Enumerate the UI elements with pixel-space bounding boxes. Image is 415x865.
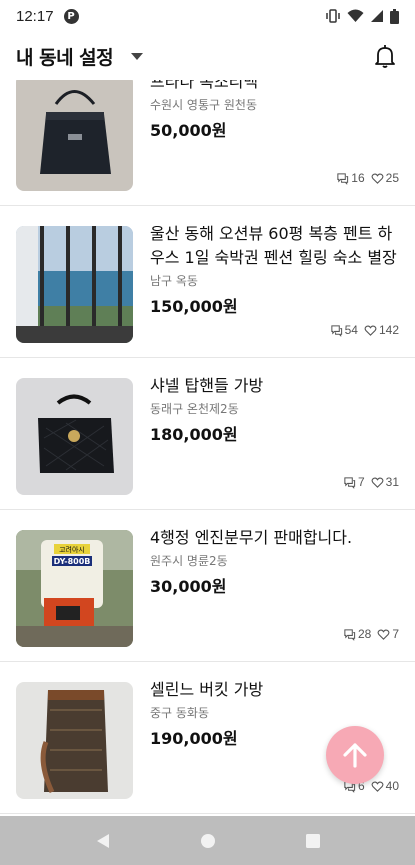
listing-thumbnail bbox=[16, 378, 133, 495]
chat-icon bbox=[344, 476, 356, 489]
heart-icon bbox=[364, 325, 377, 336]
recents-square-icon[interactable] bbox=[304, 832, 322, 850]
chat-count: 54 bbox=[344, 323, 358, 337]
listing-thumbnail bbox=[16, 80, 133, 191]
chat-count: 28 bbox=[357, 627, 372, 641]
listing-stats: 28 7 bbox=[343, 627, 399, 641]
back-triangle-icon[interactable] bbox=[94, 832, 112, 850]
scroll-top-button[interactable] bbox=[326, 726, 384, 784]
status-bar: 12:17 P bbox=[0, 0, 415, 32]
like-count: 40 bbox=[385, 779, 399, 793]
listing-info: 울산 동해 오션뷰 60평 복층 펜트 하우스 1일 숙박권 펜션 힐링 숙소 … bbox=[150, 222, 400, 317]
like-count: 31 bbox=[385, 475, 399, 489]
listing-title: 샤넬 탑핸들 가방 bbox=[150, 376, 264, 395]
chat-icon bbox=[344, 628, 356, 641]
p-badge-icon: P bbox=[63, 8, 79, 24]
listing-title: 4행정 엔진분무기 판매합니다. bbox=[150, 528, 353, 547]
arrow-up-icon bbox=[343, 743, 367, 768]
listing-item[interactable]: 프라다 복조리백 수원시 영통구 원천동 50,000원 16 25 bbox=[0, 80, 415, 206]
system-nav-bar bbox=[0, 816, 415, 865]
chat-icon bbox=[337, 172, 349, 185]
heart-icon bbox=[377, 629, 390, 640]
chat-count: 7 bbox=[357, 475, 365, 489]
bell-icon[interactable] bbox=[371, 42, 399, 70]
listing-item[interactable]: 고려아시 DY-800B 4행정 엔진분무기 판매합니다. 원주시 명륜2동 3… bbox=[0, 510, 415, 662]
signal-icon bbox=[371, 10, 383, 22]
listing-location: 원주시 명륜2동 bbox=[150, 554, 228, 568]
chat-count: 16 bbox=[351, 171, 365, 185]
listing-price: 50,000원 bbox=[150, 121, 227, 140]
listing-price: 30,000원 bbox=[150, 577, 227, 596]
like-count: 25 bbox=[385, 171, 399, 185]
status-time: 12:17 bbox=[16, 7, 54, 25]
heart-icon bbox=[371, 477, 384, 488]
listing-info: 프라다 복조리백 수원시 영통구 원천동 50,000원 bbox=[150, 80, 400, 141]
listing-thumbnail: 고려아시 DY-800B bbox=[16, 530, 133, 647]
listing-stats: 7 31 bbox=[343, 475, 399, 489]
status-icons bbox=[325, 8, 399, 24]
product-brand-label: 고려아시 bbox=[59, 545, 85, 554]
listing-thumbnail bbox=[16, 682, 133, 799]
listing-item[interactable]: 울산 동해 오션뷰 60평 복층 펜트 하우스 1일 숙박권 펜션 힐링 숙소 … bbox=[0, 206, 415, 358]
like-count: 142 bbox=[378, 323, 399, 337]
listing-location: 남구 옥동 bbox=[150, 274, 198, 288]
wifi-icon bbox=[347, 9, 364, 22]
vibrate-icon bbox=[326, 9, 340, 23]
listing-location: 동래구 온천제2동 bbox=[150, 402, 239, 416]
listing-feed[interactable]: 프라다 복조리백 수원시 영통구 원천동 50,000원 16 25 울산 동해… bbox=[0, 80, 415, 816]
caret-down-icon[interactable] bbox=[131, 52, 144, 60]
listing-price: 150,000원 bbox=[150, 297, 238, 316]
listing-thumbnail bbox=[16, 226, 133, 343]
product-model-label: DY-800B bbox=[54, 557, 91, 566]
battery-icon bbox=[390, 8, 399, 24]
listing-location: 수원시 영통구 원천동 bbox=[150, 98, 257, 112]
listing-title: 울산 동해 오션뷰 60평 복층 펜트 하우스 1일 숙박권 펜션 힐링 숙소 … bbox=[150, 224, 397, 267]
listing-info: 샤넬 탑핸들 가방 동래구 온천제2동 180,000원 bbox=[150, 374, 400, 445]
listing-stats: 16 25 bbox=[336, 171, 399, 185]
listing-location: 중구 동화동 bbox=[150, 706, 210, 720]
heart-icon bbox=[371, 173, 384, 184]
listing-info: 4행정 엔진분무기 판매합니다. 원주시 명륜2동 30,000원 bbox=[150, 526, 400, 597]
heart-icon bbox=[371, 781, 384, 792]
listing-stats: 54 142 bbox=[330, 323, 399, 337]
listing-title: 셀린느 버킷 가방 bbox=[150, 680, 264, 699]
listing-title: 프라다 복조리백 bbox=[150, 80, 259, 91]
listing-price: 180,000원 bbox=[150, 425, 238, 444]
home-circle-icon[interactable] bbox=[199, 832, 217, 850]
chat-icon bbox=[330, 324, 342, 337]
like-count: 7 bbox=[392, 627, 399, 641]
location-title[interactable]: 내 동네 설정 bbox=[16, 43, 114, 70]
listing-item[interactable]: 샤넬 탑핸들 가방 동래구 온천제2동 180,000원 7 31 bbox=[0, 358, 415, 510]
app-bar: 내 동네 설정 bbox=[0, 32, 415, 80]
